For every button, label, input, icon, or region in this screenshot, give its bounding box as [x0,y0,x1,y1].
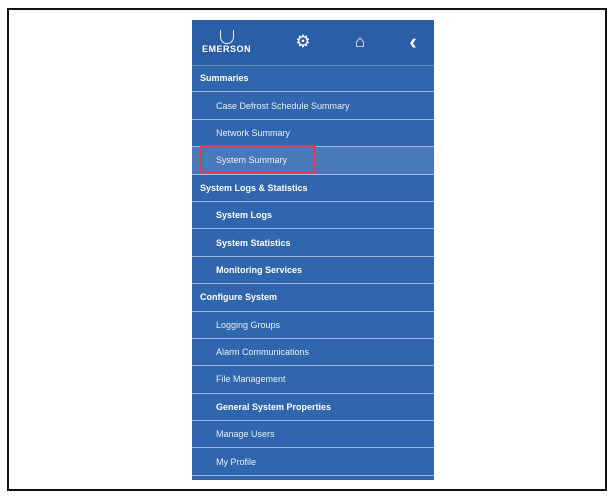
chevron-left-icon[interactable]: ‹ [402,29,424,54]
top-bar: EMERSON ⚙ ⌂ ‹ [192,20,434,66]
menu-item-logging-groups[interactable]: Logging Groups [192,312,434,339]
emerson-logo: EMERSON [202,30,252,60]
section-configure-system[interactable]: Configure System [192,284,434,312]
menu-item-manage-users[interactable]: Manage Users [192,421,434,449]
sidebar-menu: Summaries Case Defrost Schedule Summary … [192,65,434,476]
gear-icon[interactable]: ⚙ [292,31,314,53]
menu-item-file-management[interactable]: File Management [192,366,434,394]
logo-text: EMERSON [202,44,252,54]
menu-item-network-summary[interactable]: Network Summary [192,120,434,148]
menu-item-my-profile[interactable]: My Profile [192,448,434,476]
menu-item-alarm-communications[interactable]: Alarm Communications [192,339,434,367]
section-summaries[interactable]: Summaries [192,65,434,93]
menu-item-case-defrost-schedule-summary[interactable]: Case Defrost Schedule Summary [192,92,434,120]
home-icon[interactable]: ⌂ [349,31,371,53]
navigation-panel: EMERSON ⚙ ⌂ ‹ Summaries Case Defrost Sch… [192,20,434,480]
menu-item-monitoring-services[interactable]: Monitoring Services [192,257,434,285]
selection-highlight-box [200,145,316,173]
menu-item-system-statistics[interactable]: System Statistics [192,229,434,257]
menu-item-general-system-properties[interactable]: General System Properties [192,394,434,422]
logo-mark-icon [220,30,234,44]
section-system-logs-statistics[interactable]: System Logs & Statistics [192,175,434,202]
menu-item-system-logs[interactable]: System Logs [192,202,434,230]
